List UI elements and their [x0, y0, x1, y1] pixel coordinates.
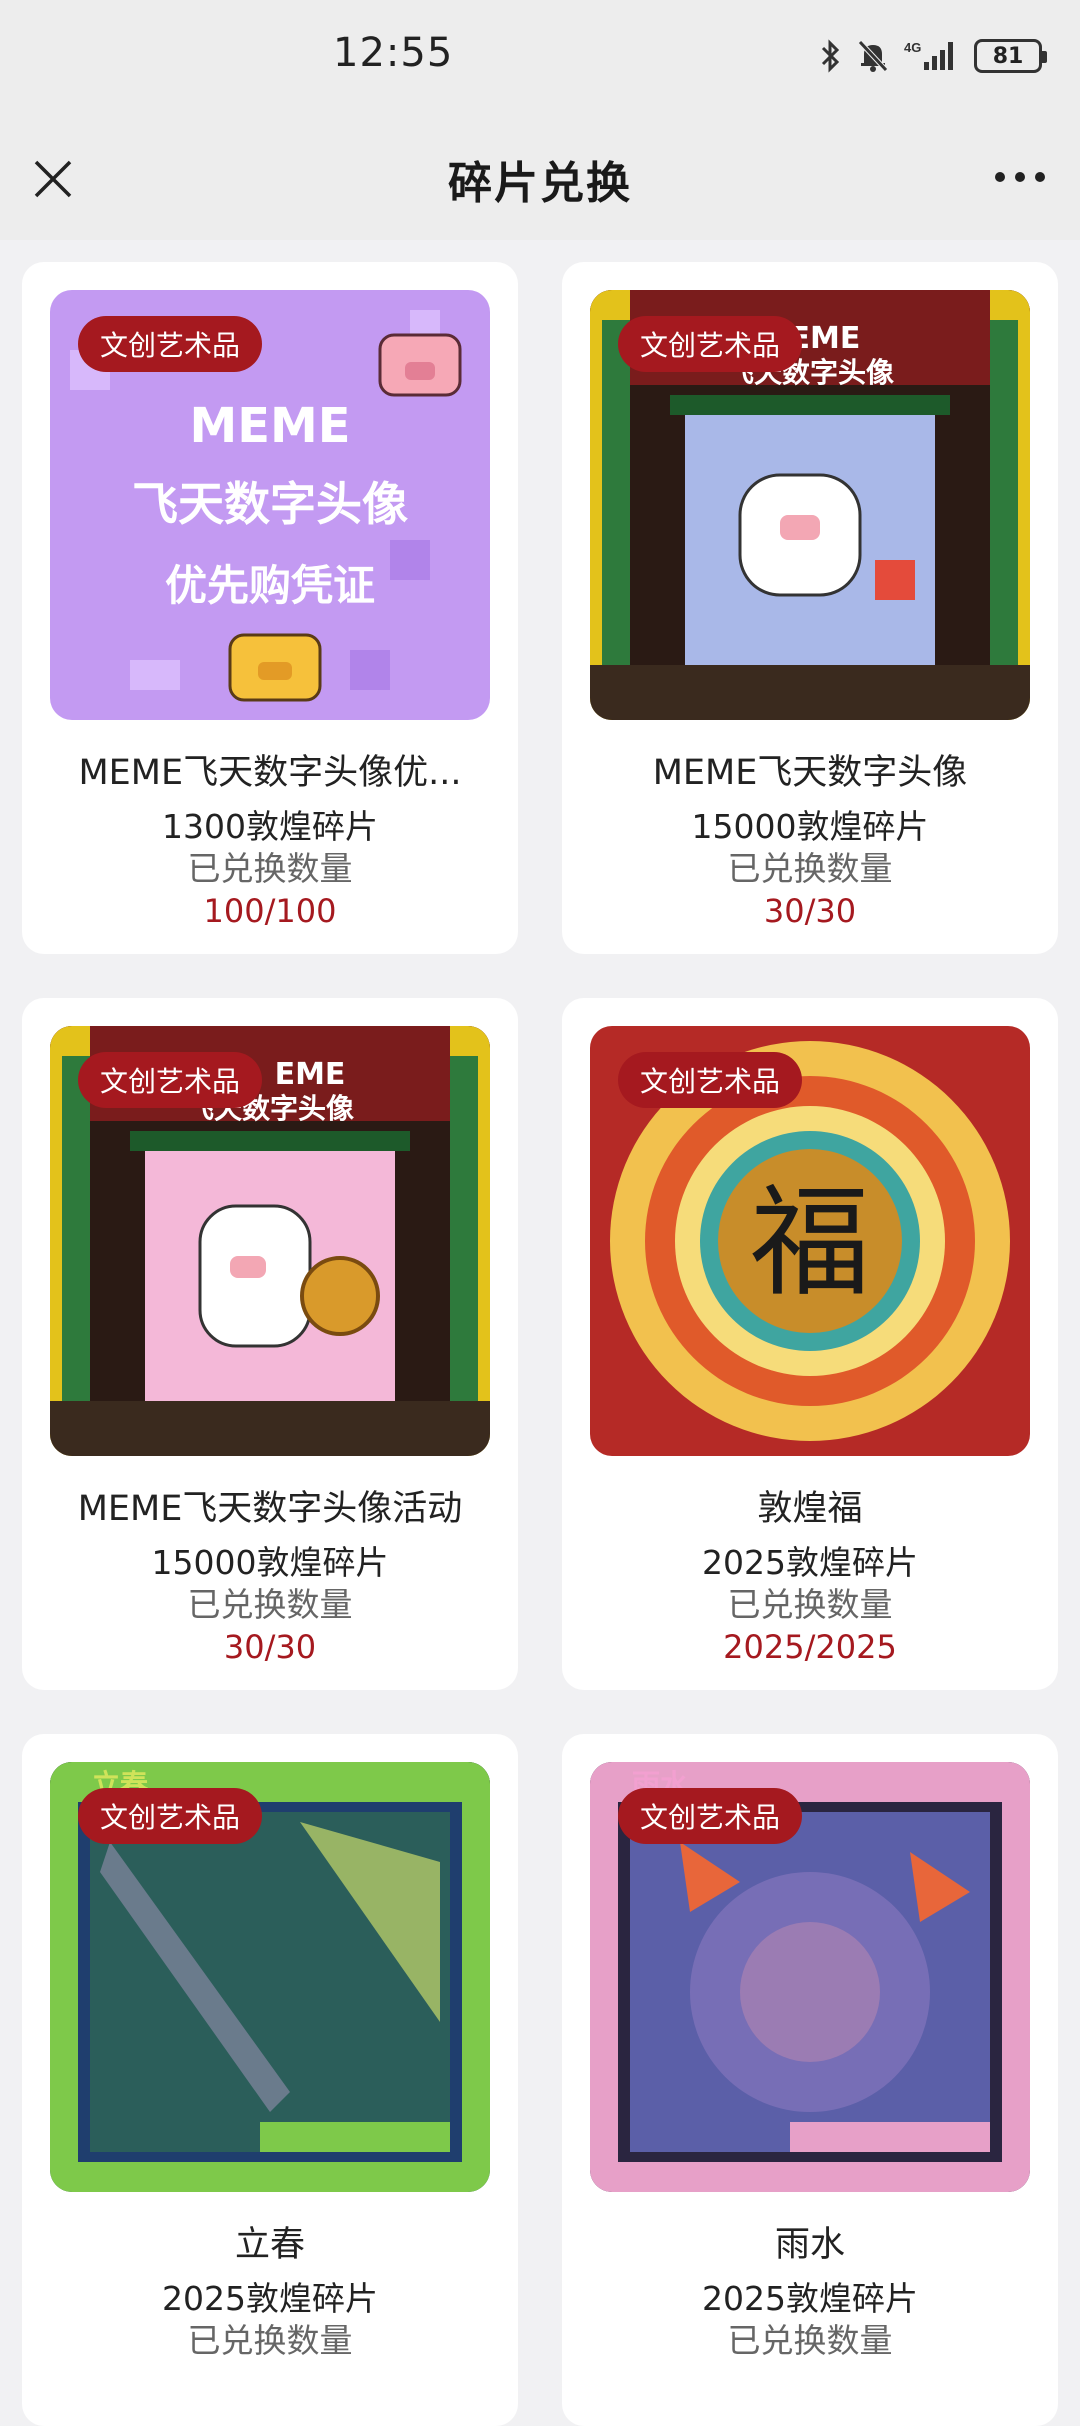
product-card[interactable]: MEME 飞天数字头像 优先购凭证 文创艺术品 MEME飞天数字头像优... 1… — [22, 262, 518, 954]
status-bar: 12:55 4G 81 — [0, 0, 1080, 118]
pig-icon-2 — [228, 633, 322, 702]
redeemed-count: 100/100 — [203, 892, 337, 930]
product-name: MEME飞天数字头像活动 — [77, 1489, 463, 1529]
product-card[interactable]: 立春 文创艺术品 立春 2025敦煌碎片 已兑换数量 — [22, 1734, 518, 2426]
product-price: 15000敦煌碎片 — [151, 1543, 389, 1582]
battery-indicator: 81 — [974, 39, 1047, 73]
redeemed-count: 30/30 — [763, 892, 857, 930]
redeemed-count: 30/30 — [223, 1628, 317, 1666]
redeemed-label: 已兑换数量 — [187, 849, 353, 888]
category-tag: 文创艺术品 — [618, 316, 803, 372]
redeemed-label: 已兑换数量 — [187, 2321, 353, 2360]
redeemed-label: 已兑换数量 — [187, 1585, 353, 1624]
category-tag: 文创艺术品 — [618, 1052, 803, 1108]
category-tag: 文创艺术品 — [618, 1788, 803, 1844]
more-icon[interactable] — [990, 162, 1050, 192]
product-name: MEME飞天数字头像优... — [78, 753, 462, 793]
product-card[interactable]: EME 飞天数字头像 文创艺术品 MEME飞天数字头像活动 15000敦煌碎片 … — [22, 998, 518, 1690]
bluetooth-icon — [821, 39, 840, 73]
redeemed-label: 已兑换数量 — [727, 1585, 893, 1624]
category-tag: 文创艺术品 — [78, 1052, 263, 1108]
product-card[interactable]: 雨水 文创艺术品 雨水 2025敦煌碎片 已兑换数量 — [562, 1734, 1058, 2426]
redeemed-label: 已兑换数量 — [727, 849, 893, 888]
product-card[interactable]: 福 文创艺术品 敦煌福 2025敦煌碎片 已兑换数量 2025/2025 — [562, 998, 1058, 1690]
page-title: 碎片兑换 — [448, 158, 632, 209]
product-price: 2025敦煌碎片 — [702, 2279, 918, 2318]
redeemed-count: 2025/2025 — [723, 1628, 897, 1666]
product-price: 1300敦煌碎片 — [162, 807, 378, 846]
product-name: MEME飞天数字头像 — [652, 753, 968, 793]
art-text-line: EME — [275, 1057, 346, 1092]
product-card[interactable]: MEME 飞天数字头像 文创艺术品 MEME飞天数字头像 15000敦煌碎片 已… — [562, 262, 1058, 954]
category-tag: 文创艺术品 — [78, 316, 263, 372]
category-tag: 文创艺术品 — [78, 1788, 263, 1844]
product-grid: MEME 飞天数字头像 优先购凭证 文创艺术品 MEME飞天数字头像优... 1… — [22, 262, 1058, 2426]
art-text-line: MEME — [189, 398, 350, 454]
status-time: 12:55 — [333, 30, 454, 76]
art-text-line: 飞天数字头像 — [132, 477, 408, 531]
product-price: 15000敦煌碎片 — [691, 807, 929, 846]
product-name: 立春 — [234, 2225, 305, 2265]
status-icons: 4G 81 — [820, 38, 1047, 74]
product-name: 雨水 — [774, 2225, 845, 2265]
art-text-line: 优先购凭证 — [165, 561, 375, 610]
close-icon[interactable] — [30, 156, 76, 202]
product-price: 2025敦煌碎片 — [162, 2279, 378, 2318]
pig-icon — [378, 333, 462, 397]
art-text-line: 福 — [750, 1174, 870, 1313]
svg-text:4G: 4G — [904, 40, 921, 55]
redeemed-label: 已兑换数量 — [727, 2321, 893, 2360]
product-price: 2025敦煌碎片 — [702, 1543, 918, 1582]
product-name: 敦煌福 — [757, 1489, 863, 1529]
mute-bell-icon — [858, 40, 888, 72]
nav-bar: 碎片兑换 — [0, 118, 1080, 240]
signal-icon: 4G — [904, 40, 953, 70]
